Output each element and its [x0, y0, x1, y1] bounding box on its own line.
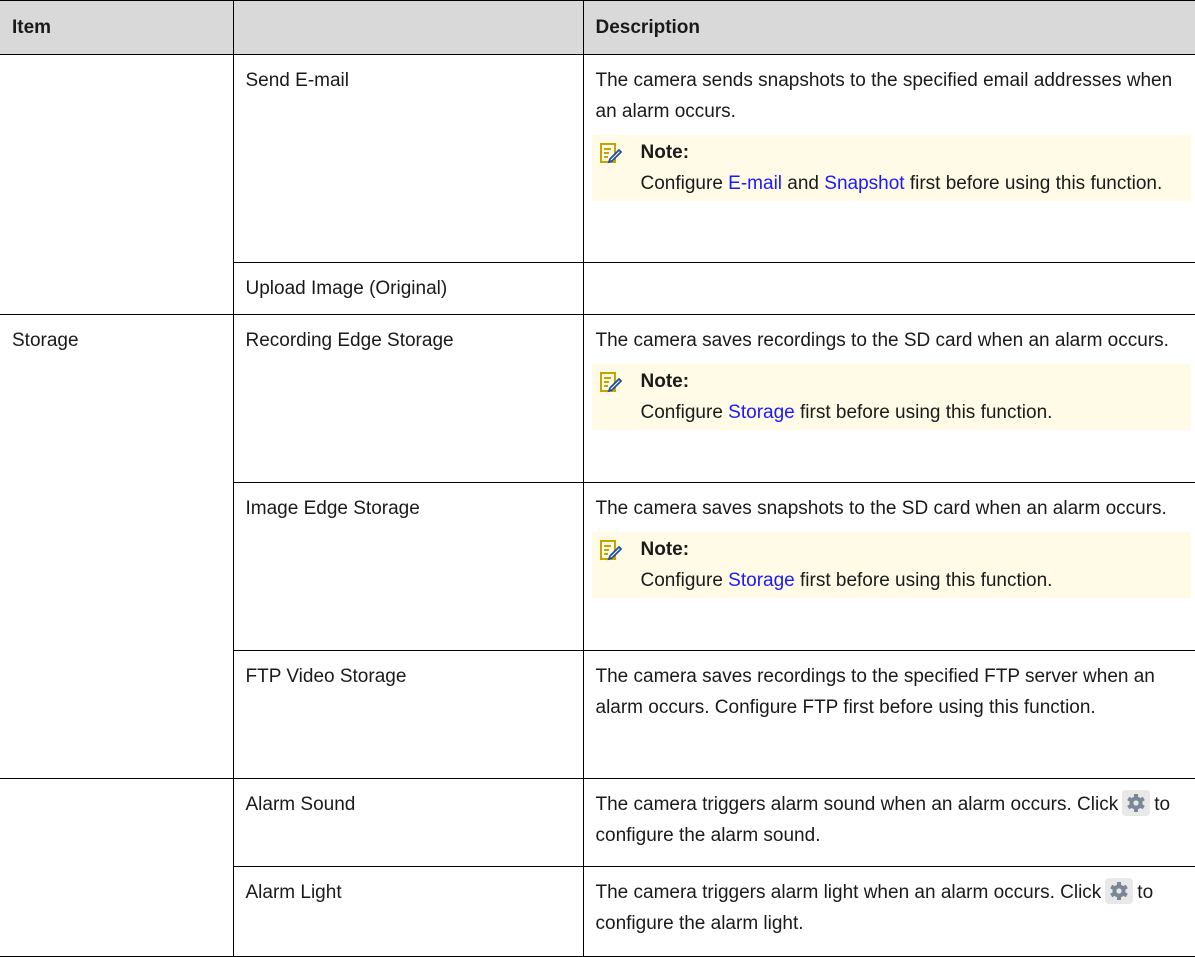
header-description: Description — [582, 0, 1195, 55]
description-text: The camera saves snapshots to the SD car… — [595, 498, 1167, 519]
item-ftp-video-storage: FTP Video Storage — [232, 650, 584, 779]
table-header-row: Item Description — [0, 0, 1195, 55]
group-cell-empty — [0, 778, 234, 957]
table-row: Storage Recording Edge Storage The camer… — [0, 314, 1195, 779]
gear-icon[interactable] — [1122, 790, 1150, 816]
note-pencil-icon — [600, 371, 622, 393]
description-cell: The camera sends snapshots to the specif… — [582, 54, 1195, 263]
email-link[interactable]: E-mail — [728, 173, 782, 194]
description-text: The camera triggers alarm sound when an … — [595, 794, 1119, 815]
note-label: Note: — [640, 371, 690, 392]
note-label: Note: — [640, 539, 690, 560]
note-text: first before using this function. — [800, 402, 1053, 423]
table-row: Send E-mail The camera sends snapshots t… — [0, 54, 1195, 315]
note-text: Configure — [640, 173, 723, 194]
item-upload-image: Upload Image (Original) — [232, 262, 584, 315]
storage-link[interactable]: Storage — [728, 570, 795, 591]
item-send-email: Send E-mail — [232, 54, 584, 263]
description-text: The camera sends snapshots to the specif… — [595, 70, 1173, 122]
snapshot-link[interactable]: Snapshot — [824, 173, 904, 194]
gear-icon[interactable] — [1105, 878, 1133, 904]
note-pencil-icon — [600, 142, 622, 164]
description-cell: The camera saves recordings to the SD ca… — [582, 314, 1195, 483]
description-cell: The camera triggers alarm sound when an … — [582, 778, 1195, 867]
item-alarm-sound: Alarm Sound — [232, 778, 584, 867]
header-sub — [232, 0, 584, 55]
note-text: and — [787, 173, 819, 194]
note-text: first before using this function. — [909, 173, 1163, 194]
note-box: Note: Configure Storage first before usi… — [591, 532, 1191, 598]
note-pencil-icon — [600, 539, 622, 561]
item-alarm-light: Alarm Light — [232, 866, 584, 957]
note-box: Note: Configure E-mail and Snapshot firs… — [591, 135, 1191, 201]
description-cell: The camera triggers alarm light when an … — [582, 866, 1195, 957]
group-cell-storage: Storage — [0, 314, 234, 779]
description-cell: The camera saves snapshots to the SD car… — [582, 482, 1195, 651]
note-text: Configure — [640, 402, 723, 423]
header-item: Item — [0, 0, 234, 55]
note-label: Note: — [640, 142, 690, 163]
alarm-actions-table: Item Description Send E-mail The camera … — [0, 0, 1195, 957]
storage-link[interactable]: Storage — [728, 402, 795, 423]
note-box: Note: Configure Storage first before usi… — [591, 364, 1191, 430]
description-text: The camera triggers alarm light when an … — [595, 882, 1102, 903]
description-cell — [582, 262, 1195, 315]
item-recording-edge-storage: Recording Edge Storage — [232, 314, 584, 483]
group-cell-empty — [0, 54, 234, 315]
note-text: Configure — [640, 570, 723, 591]
description-text: The camera saves recordings to the SD ca… — [595, 330, 1169, 351]
note-text: first before using this function. — [800, 570, 1053, 591]
item-image-edge-storage: Image Edge Storage — [232, 482, 584, 651]
table-row: Alarm Sound The camera triggers alarm so… — [0, 778, 1195, 957]
description-cell: The camera saves recordings to the speci… — [582, 650, 1195, 779]
